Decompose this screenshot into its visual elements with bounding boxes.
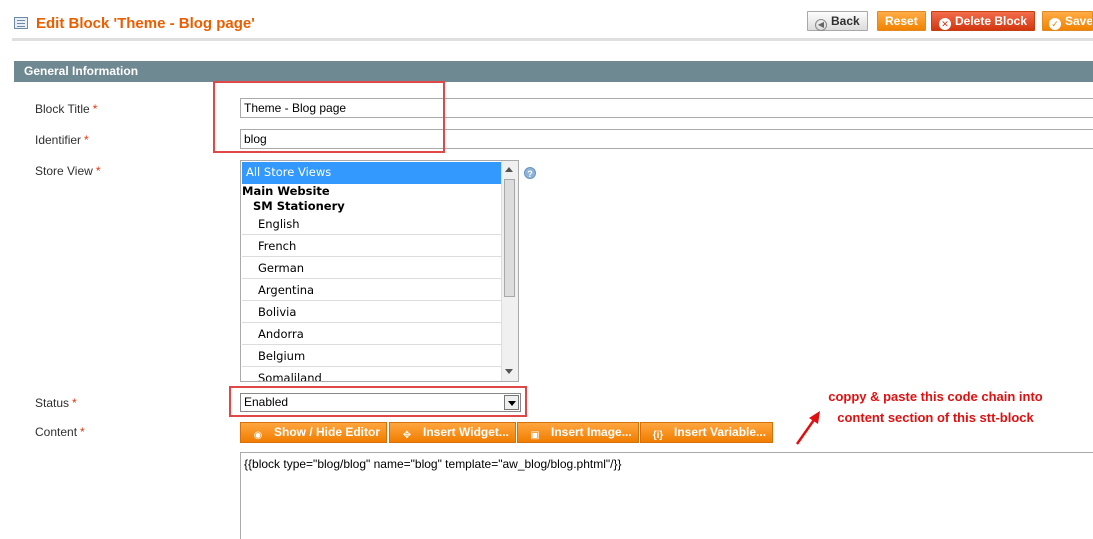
insert-variable-label: Insert Variable... [674,425,767,439]
store-option[interactable]: French [242,235,502,257]
store-view-label-text: Store View [35,164,93,178]
back-button[interactable]: ◀ Back [807,11,868,31]
highlight-box-status [229,386,527,417]
back-label: Back [831,14,860,28]
help-icon[interactable]: ? [524,167,536,179]
check-icon: ✓ [1049,18,1061,30]
section-header: General Information [14,61,1093,82]
widget-icon: ✥ [402,430,412,441]
highlight-box-title-identifier [213,81,445,153]
store-view-scrollbar[interactable] [501,161,518,381]
identifier-label-text: Identifier [35,133,82,147]
scroll-down-icon[interactable] [505,369,513,374]
content-label-text: Content [35,425,78,439]
insert-variable-button[interactable]: {i} Insert Variable... [640,422,774,443]
page-title: Edit Block 'Theme - Blog page' [36,15,255,32]
delete-label: Delete Block [955,14,1028,28]
annotation-line-2: content section of this stt-block [837,410,1034,425]
store-option[interactable]: Somaliland [242,367,502,381]
block-title-label-text: Block Title [35,102,90,116]
store-option[interactable]: German [242,257,502,279]
store-option[interactable]: Bolivia [242,301,502,323]
delete-icon: ✕ [939,18,951,30]
show-hide-editor-button[interactable]: ◉ Show / Hide Editor [240,422,388,443]
variable-icon: {i} [652,430,664,441]
status-label-text: Status [35,396,70,410]
save-button[interactable]: ✓ Save [1042,11,1093,31]
image-icon: ▣ [530,430,540,441]
required-marker: * [80,425,85,439]
store-option-all[interactable]: All Store Views [242,162,502,184]
insert-image-button[interactable]: ▣ Insert Image... [517,422,639,443]
content-textarea[interactable]: {{block type="blog/blog" name="blog" tem… [240,452,1093,539]
store-group-main-website: Main Website [242,184,330,198]
arrow-left-icon: ◀ [815,19,827,31]
insert-widget-button[interactable]: ✥ Insert Widget... [389,422,516,443]
scroll-up-icon[interactable] [505,167,513,172]
grid-icon [14,17,28,29]
required-marker: * [72,396,77,410]
status-label: Status * [35,396,77,410]
content-label: Content * [35,425,85,439]
required-marker: * [84,133,89,147]
insert-widget-label: Insert Widget... [423,425,509,439]
store-group-sm-stationery: SM Stationery [253,199,345,213]
store-option[interactable]: English [242,213,502,235]
show-hide-label: Show / Hide Editor [274,425,381,439]
scroll-thumb[interactable] [504,179,515,297]
annotation-arrow-icon [795,411,820,445]
store-option[interactable]: Belgium [242,345,502,367]
required-marker: * [95,164,101,178]
save-label: Save [1065,14,1093,28]
delete-block-button[interactable]: ✕ Delete Block [931,11,1036,31]
reset-label: Reset [885,14,918,28]
annotation-note: coppy & paste this code chain into conte… [803,386,1068,428]
reset-button[interactable]: Reset [877,11,926,31]
store-view-multiselect[interactable]: All Store Views Main Website SM Statione… [240,160,519,382]
insert-image-label: Insert Image... [551,425,632,439]
store-option[interactable]: Argentina [242,279,502,301]
identifier-label: Identifier * [35,133,89,147]
store-option[interactable]: Andorra [242,323,502,345]
required-marker: * [92,102,98,116]
store-view-label: Store View * [35,164,100,178]
block-title-label: Block Title * [35,102,97,116]
header-divider [12,38,1093,41]
eye-icon: ◉ [253,430,263,441]
annotation-line-1: coppy & paste this code chain into [828,389,1043,404]
